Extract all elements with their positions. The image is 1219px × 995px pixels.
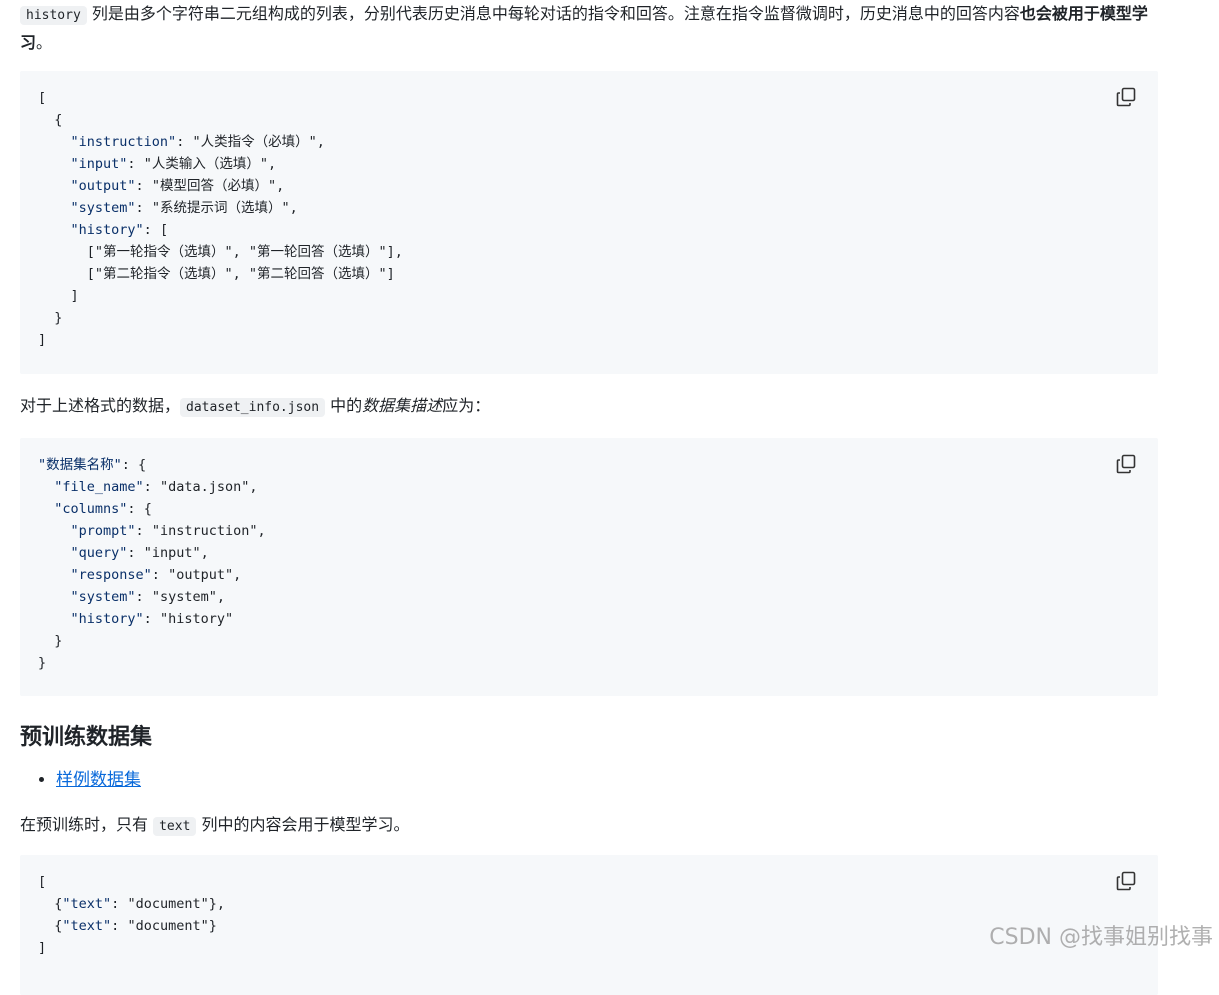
code-line: ] — [38, 940, 47, 956]
copy-button-2[interactable] — [1116, 454, 1140, 478]
pretrain-paragraph: 在预训练时，只有 text 列中的内容会用于模型学习。 — [20, 811, 1158, 840]
code-line: "history": "history" — [70, 611, 234, 627]
code-block-format: [ { "instruction": "人类指令（必填）", "input": … — [20, 71, 1158, 374]
copy-icon — [1116, 871, 1136, 891]
code-content-2: "数据集名称": { "file_name": "data.json", "co… — [38, 454, 1140, 674]
intro-paragraph: history 列是由多个字符串二元组构成的列表，分别代表历史消息中每轮对话的指… — [20, 0, 1158, 56]
intro-text-end: 。 — [36, 33, 53, 52]
intro-text: 列是由多个字符串二元组构成的列表，分别代表历史消息中每轮对话的指令和回答。注意在… — [86, 4, 1020, 23]
code-line: } — [38, 310, 63, 326]
code-line: "数据集名称": { — [38, 457, 147, 473]
sample-dataset-link[interactable]: 样例数据集 — [56, 770, 141, 790]
code-line: "response": "output", — [70, 567, 242, 583]
code-line: [ — [38, 90, 47, 106]
code-line: ["第二轮指令（选填）", "第二轮回答（选填）"] — [38, 266, 395, 282]
code-line: "file_name": "data.json", — [54, 479, 258, 495]
copy-icon — [1116, 454, 1136, 474]
dataset-desc-paragraph: 对于上述格式的数据， dataset_info.json 中的数据集描述应为： — [20, 392, 1158, 421]
code-content-1: [ { "instruction": "人类指令（必填）", "input": … — [38, 87, 1140, 351]
code-line: "history": [ — [70, 222, 169, 238]
code-line: "system": "system", — [70, 589, 225, 605]
code-line: "system": "系统提示词（选填）", — [70, 200, 298, 216]
code-line: {"text": "document"}, — [38, 896, 225, 912]
para2-text: 对于上述格式的数据， — [20, 396, 181, 415]
code-line: ["第一轮指令（选填）", "第一轮回答（选填）"], — [38, 244, 403, 260]
code-line: { — [38, 112, 63, 128]
article-content: history 列是由多个字符串二元组构成的列表，分别代表历史消息中每轮对话的指… — [20, 0, 1158, 995]
section-heading-pretrain: 预训练数据集 — [20, 725, 153, 750]
code-line: ] — [38, 332, 47, 348]
dataset-link-list: 样例数据集 — [20, 766, 1158, 794]
code-line: "query": "input", — [70, 545, 209, 561]
code-line: } — [38, 633, 63, 649]
para3-text-end: 列中的内容会用于模型学习。 — [196, 815, 410, 834]
code-line: "prompt": "instruction", — [70, 523, 266, 539]
code-line: [ — [38, 874, 47, 890]
code-block-dataset-info: "数据集名称": { "file_name": "data.json", "co… — [20, 438, 1158, 696]
list-item: 样例数据集 — [56, 766, 1158, 794]
code-line: "input": "人类输入（选填）", — [70, 156, 277, 172]
code-line: } — [38, 655, 47, 671]
code-line: "instruction": "人类指令（必填）", — [70, 134, 325, 150]
code-line: "columns": { — [54, 501, 152, 517]
para3-text: 在预训练时，只有 — [20, 815, 154, 834]
code-line: {"text": "document"} — [38, 918, 217, 934]
copy-button-1[interactable] — [1116, 87, 1140, 111]
code-block-pretrain: [ {"text": "document"}, {"text": "docume… — [20, 855, 1158, 995]
para2-text-mid: 中的 — [325, 396, 363, 415]
copy-button-3[interactable] — [1116, 871, 1140, 895]
inline-code-text: text — [153, 817, 197, 836]
watermark: CSDN @找事姐别找事 — [989, 925, 1213, 950]
copy-icon — [1116, 87, 1136, 107]
code-line: "output": "模型回答（必填）", — [70, 178, 285, 194]
inline-code-dataset-info: dataset_info.json — [180, 398, 326, 417]
para2-text-end: 应为： — [442, 396, 491, 415]
para2-emphasis: 数据集描述 — [362, 396, 443, 415]
inline-code-history: history — [20, 6, 87, 25]
code-content-3: [ {"text": "document"}, {"text": "docume… — [38, 871, 1140, 959]
code-line: ] — [38, 288, 79, 304]
